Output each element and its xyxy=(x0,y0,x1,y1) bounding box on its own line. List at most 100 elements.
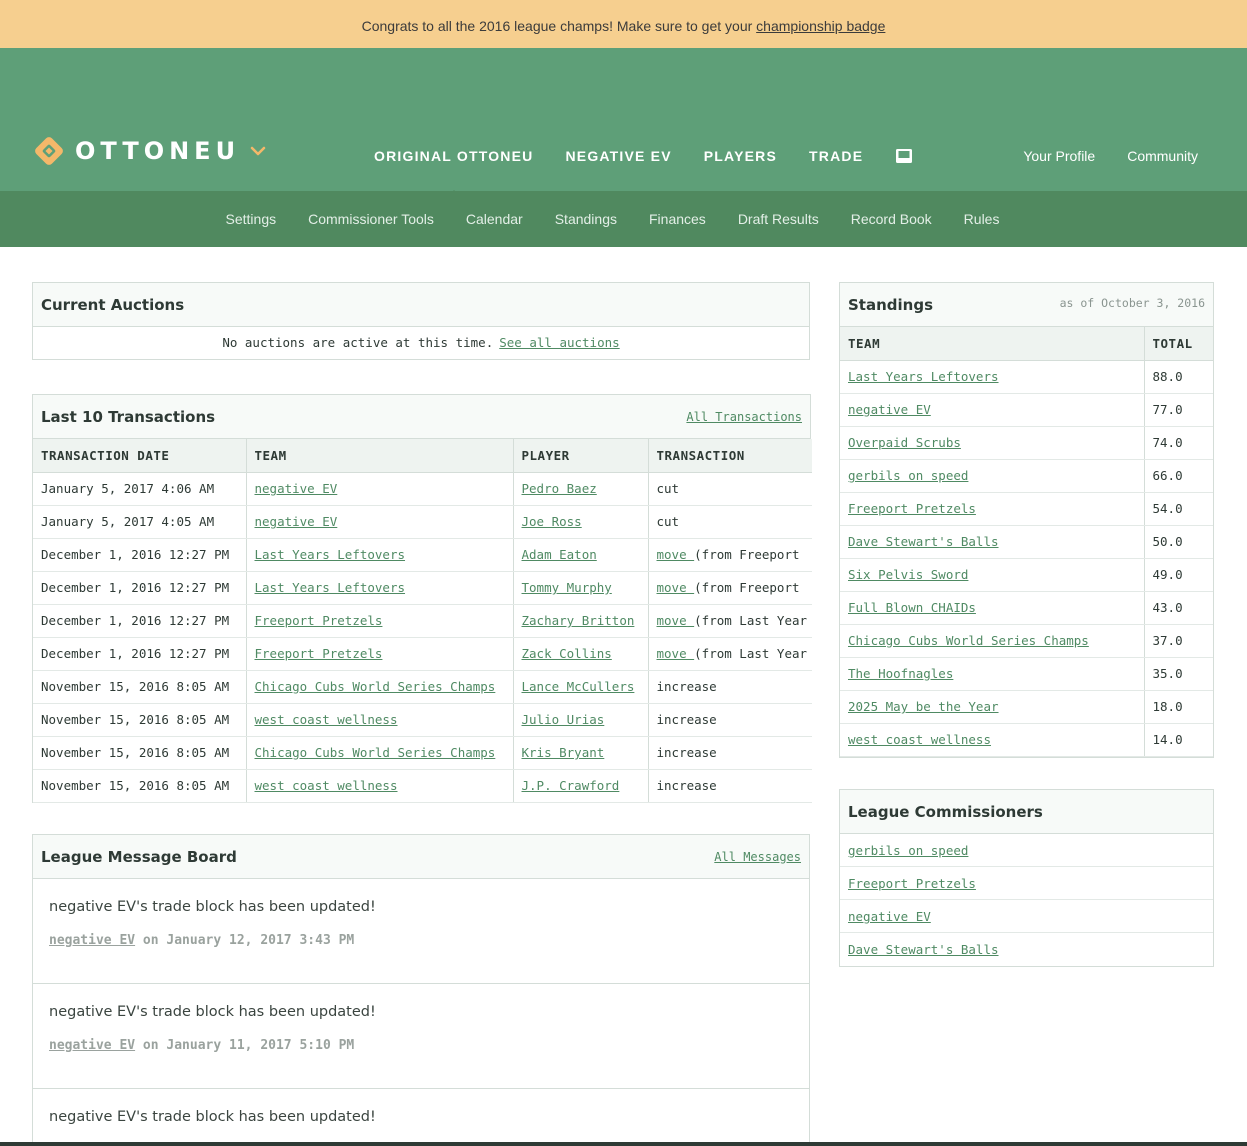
nav-players[interactable]: PLAYERS xyxy=(704,148,777,164)
subnav-record-book[interactable]: Record Book xyxy=(851,211,932,227)
nav-negative-ev[interactable]: NEGATIVE EV xyxy=(565,148,671,164)
team-link[interactable]: gerbils on speed xyxy=(848,468,968,483)
team-link[interactable]: west coast wellness xyxy=(255,712,398,727)
league-subnav: Settings Commissioner Tools Calendar Sta… xyxy=(0,191,1247,247)
column-header: TRANSACTION xyxy=(648,439,812,473)
team-link[interactable]: Full Blown CHAIDs xyxy=(848,600,976,615)
panel-title: Last 10 Transactions xyxy=(41,407,216,426)
standings-team-cell: Dave Stewart's Balls xyxy=(840,525,1145,559)
player-link[interactable]: Lance McCullers xyxy=(522,679,635,694)
subnav-finances[interactable]: Finances xyxy=(649,211,706,227)
transaction-cell: increase xyxy=(648,769,812,803)
message-item: negative EV's trade block has been updat… xyxy=(33,879,809,984)
inbox-icon[interactable] xyxy=(895,148,913,164)
all-messages-link[interactable]: All Messages xyxy=(714,850,801,864)
transaction-date: December 1, 2016 12:27 PM xyxy=(33,538,247,572)
nav-your-profile[interactable]: Your Profile xyxy=(1023,148,1095,164)
table-row: November 15, 2016 8:05 AM west coast well… xyxy=(33,769,812,803)
player-link[interactable]: Tommy Murphy xyxy=(522,580,612,595)
team-link[interactable]: Freeport Pretzels xyxy=(255,646,383,661)
commissioner-team-link[interactable]: Freeport Pretzels xyxy=(848,876,976,891)
transaction-type: increase xyxy=(656,712,717,727)
standings-team-cell: Overpaid Scrubs xyxy=(840,426,1145,460)
standings-total: 54.0 xyxy=(1144,492,1213,526)
brand-name: OTTONEU xyxy=(75,137,241,165)
transaction-type: increase xyxy=(656,778,717,793)
panel-header: Current Auctions xyxy=(33,283,809,327)
table-row: Six Pelvis Sword 49.0 xyxy=(840,558,1213,592)
see-all-auctions-link[interactable]: See all auctions xyxy=(499,335,619,350)
player-link[interactable]: Kris Bryant xyxy=(522,745,605,760)
table-row: Overpaid Scrubs 74.0 xyxy=(840,426,1213,460)
transaction-type-link[interactable]: move xyxy=(657,646,695,661)
table-header-row: TRANSACTION DATE TEAM PLAYER TRANSACTION xyxy=(33,439,812,473)
team-link[interactable]: Chicago Cubs World Series Champs xyxy=(255,745,496,760)
commissioner-team-link[interactable]: gerbils on speed xyxy=(848,843,968,858)
team-link[interactable]: Overpaid Scrubs xyxy=(848,435,961,450)
commissioner-team-link[interactable]: negative EV xyxy=(848,909,931,924)
team-link[interactable]: Chicago Cubs World Series Champs xyxy=(255,679,496,694)
team-cell: Chicago Cubs World Series Champs xyxy=(246,736,514,770)
transaction-date: November 15, 2016 8:05 AM xyxy=(33,670,247,704)
brand-logo[interactable]: OTTONEU xyxy=(33,135,266,167)
player-link[interactable]: Zack Collins xyxy=(522,646,612,661)
team-link[interactable]: Last Years Leftovers xyxy=(848,369,999,384)
ottoneu-logo-icon xyxy=(35,137,63,165)
message-author-link[interactable]: negative EV xyxy=(49,1038,135,1053)
subnav-draft-results[interactable]: Draft Results xyxy=(738,211,819,227)
team-link[interactable]: Freeport Pretzels xyxy=(255,613,383,628)
table-row: west coast wellness 14.0 xyxy=(840,723,1213,757)
all-transactions-link[interactable]: All Transactions xyxy=(686,410,802,424)
team-link[interactable]: Freeport Pretzels xyxy=(848,501,976,516)
subnav-calendar[interactable]: Calendar xyxy=(466,211,523,227)
player-cell: Joe Ross xyxy=(513,505,649,539)
nav-trade[interactable]: TRADE xyxy=(809,148,863,164)
nav-original-ottoneu[interactable]: ORIGINAL OTTONEU xyxy=(374,148,533,200)
standings-total: 18.0 xyxy=(1144,690,1213,724)
player-link[interactable]: Joe Ross xyxy=(522,514,582,529)
table-row: Chicago Cubs World Series Champs 37.0 xyxy=(840,624,1213,658)
player-link[interactable]: J.P. Crawford xyxy=(522,778,620,793)
team-link[interactable]: negative EV xyxy=(255,514,338,529)
transaction-detail: (from Last Year xyxy=(694,646,808,661)
championship-badge-link[interactable]: championship badge xyxy=(756,18,885,34)
no-auctions-text: No auctions are active at this time. xyxy=(222,335,494,350)
player-link[interactable]: Pedro Baez xyxy=(522,481,597,496)
transaction-type: cut xyxy=(656,481,680,496)
team-link[interactable]: Last Years Leftovers xyxy=(255,547,406,562)
team-link[interactable]: Dave Stewart's Balls xyxy=(848,534,999,549)
player-link[interactable]: Zachary Britton xyxy=(522,613,635,628)
table-row: Full Blown CHAIDs 43.0 xyxy=(840,591,1213,625)
no-auctions-message: No auctions are active at this time. See … xyxy=(33,327,809,359)
commissioner-team-link[interactable]: Dave Stewart's Balls xyxy=(848,942,999,957)
transaction-date: December 1, 2016 12:27 PM xyxy=(33,604,247,638)
team-link[interactable]: negative EV xyxy=(848,402,931,417)
team-link[interactable]: negative EV xyxy=(255,481,338,496)
subnav-standings[interactable]: Standings xyxy=(555,211,617,227)
message-author-link[interactable]: negative EV xyxy=(49,933,135,948)
column-header: TOTAL xyxy=(1144,327,1213,361)
team-link[interactable]: west coast wellness xyxy=(848,732,991,747)
team-cell: Last Years Leftovers xyxy=(246,571,514,605)
table-row: December 1, 2016 12:27 PM Last Years Left… xyxy=(33,571,812,605)
nav-community[interactable]: Community xyxy=(1127,148,1198,164)
team-link[interactable]: Last Years Leftovers xyxy=(255,580,406,595)
column-header: TEAM xyxy=(246,439,514,473)
transaction-detail: (from Last Year xyxy=(694,613,808,628)
player-link[interactable]: Julio Urias xyxy=(522,712,605,727)
table-row: Freeport Pretzels 54.0 xyxy=(840,492,1213,526)
subnav-rules[interactable]: Rules xyxy=(964,211,1000,227)
transaction-type-link[interactable]: move xyxy=(657,580,695,595)
team-link[interactable]: Chicago Cubs World Series Champs xyxy=(848,633,1089,648)
subnav-commissioner-tools[interactable]: Commissioner Tools xyxy=(308,211,434,227)
team-link[interactable]: The Hoofnagles xyxy=(848,666,953,681)
transaction-type-link[interactable]: move xyxy=(657,547,695,562)
player-link[interactable]: Adam Eaton xyxy=(522,547,597,562)
standings-team-cell: Six Pelvis Sword xyxy=(840,558,1145,592)
team-link[interactable]: west coast wellness xyxy=(255,778,398,793)
transaction-type-link[interactable]: move xyxy=(657,613,695,628)
team-link[interactable]: Six Pelvis Sword xyxy=(848,567,968,582)
subnav-settings[interactable]: Settings xyxy=(226,211,277,227)
chevron-down-icon[interactable] xyxy=(250,143,266,159)
team-link[interactable]: 2025 May be the Year xyxy=(848,699,999,714)
